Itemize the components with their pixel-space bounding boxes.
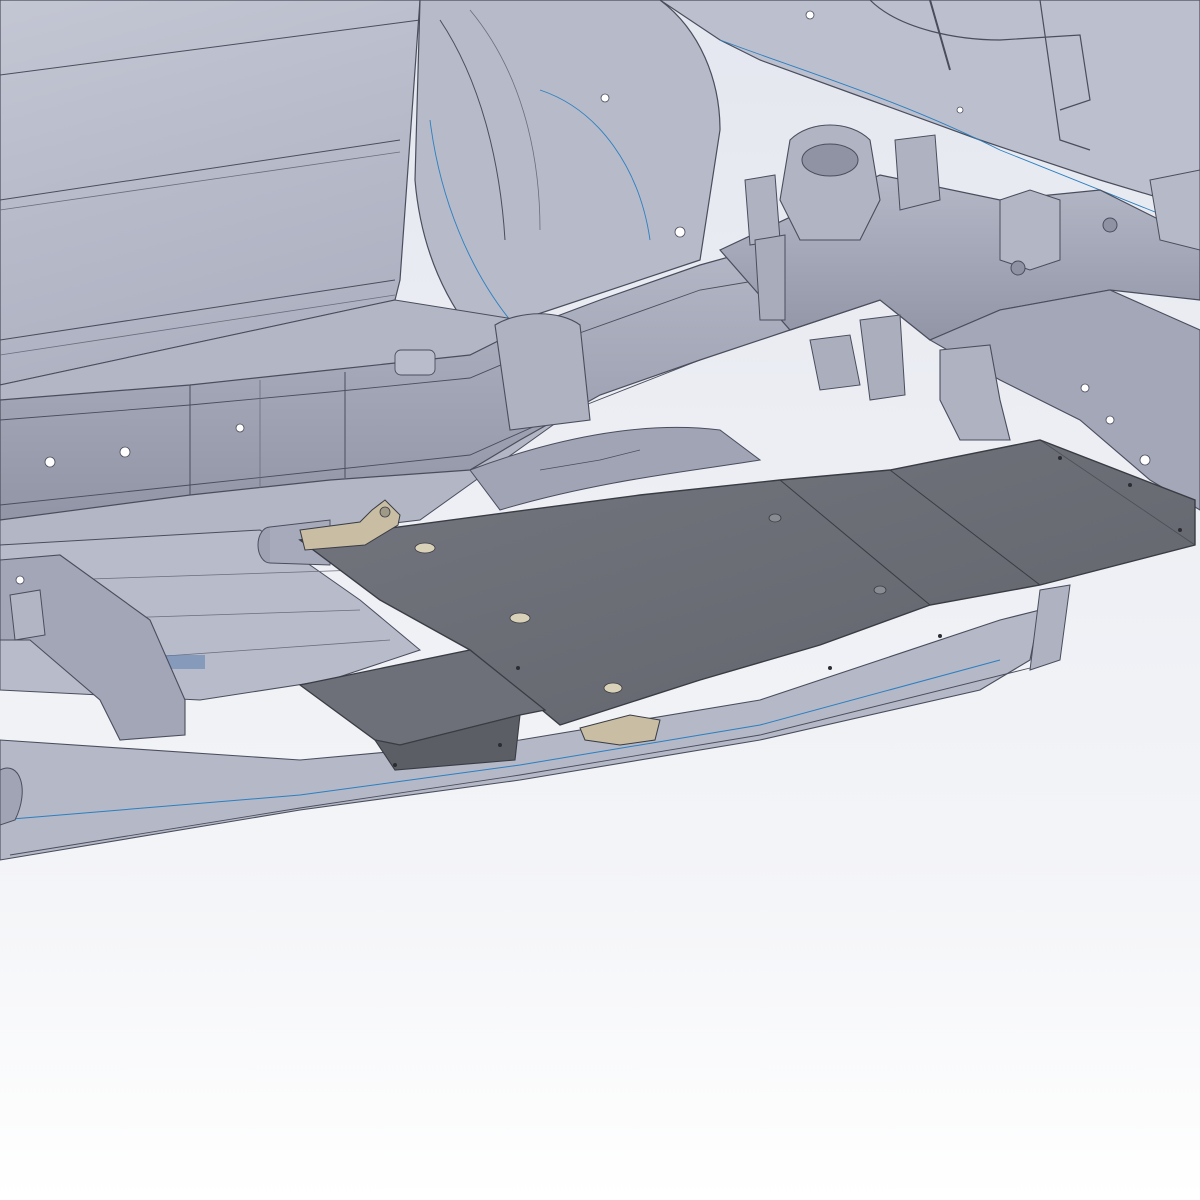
arch-hole [600, 93, 610, 103]
skid-plate-hole [873, 585, 887, 595]
skid-plate-rivet [1178, 528, 1182, 532]
skid-plate-hole [414, 542, 436, 554]
bracket-hole [15, 575, 25, 585]
shock-mount [801, 143, 859, 177]
skid-plate-rivet [516, 666, 520, 670]
skid-plate-rivet [828, 666, 832, 670]
cad-viewport[interactable] [0, 0, 1200, 1200]
arch-hole [674, 226, 686, 238]
rail-hole [235, 423, 245, 433]
rail-slot [394, 349, 436, 376]
skid-plate-hole [509, 612, 531, 624]
skid-plate-rivet [1128, 483, 1132, 487]
skid-plate-rivet [393, 763, 397, 767]
skid-plate-hole [768, 513, 782, 523]
bracket-bolt [1102, 217, 1118, 233]
rail-hole [1105, 415, 1115, 425]
rail-hole [1080, 383, 1090, 393]
rail-hole [119, 446, 131, 458]
rail-hole [44, 456, 56, 468]
cad-model-view [0, 0, 1200, 1200]
rail-hole [1139, 454, 1151, 466]
skid-plate-hole [603, 682, 623, 694]
body-hole [805, 10, 815, 20]
skid-plate-rivet [938, 634, 942, 638]
skid-plate-rivet [1058, 456, 1062, 460]
skid-plate-rivet [498, 743, 502, 747]
bracket-bolt [379, 506, 391, 518]
body-hole [956, 106, 964, 114]
bracket-bolt [1010, 260, 1026, 276]
